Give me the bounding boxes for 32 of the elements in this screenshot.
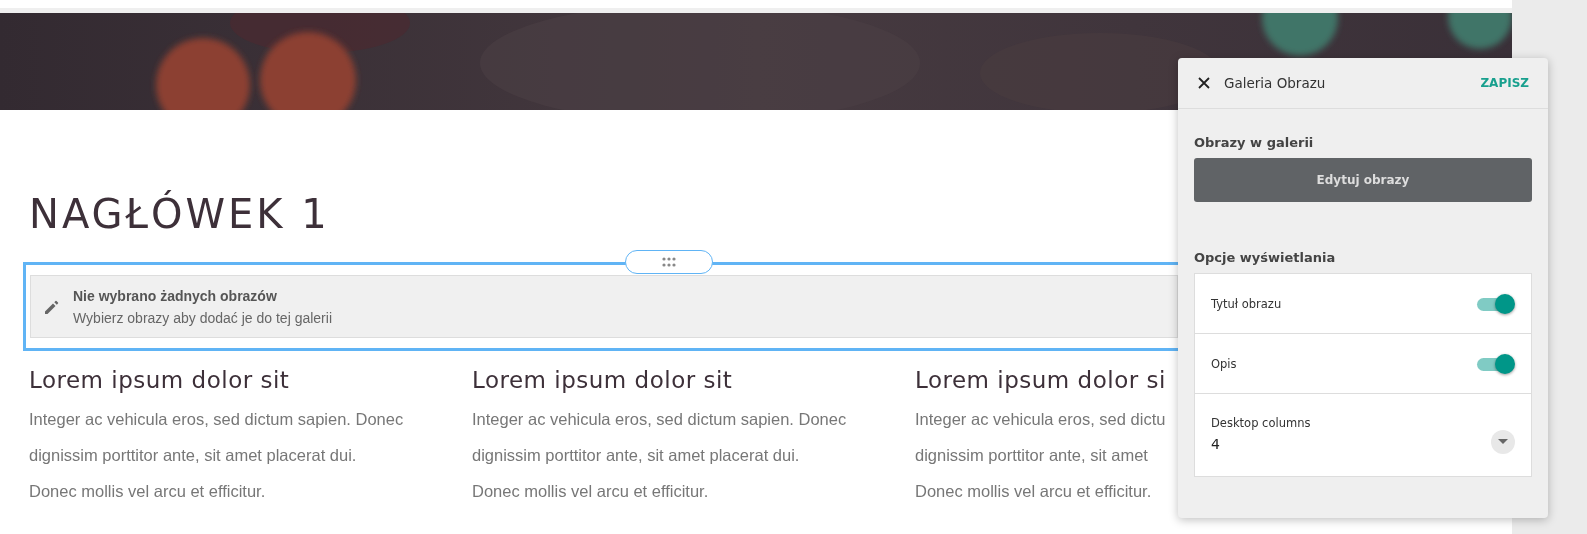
paragraph-line: Donec mollis vel arcu et efficitur. [472,481,709,502]
section-label: Opcje wyświetlania [1194,250,1337,265]
page-heading: NAGŁÓWEK 1 [29,189,331,239]
column-heading: Lorem ipsum dolor sit [472,366,734,395]
paragraph-line: dignissim porttitor ante, sit amet placerat dui. [29,445,357,466]
placeholder-title: Nie wybrano żadnych obrazów [73,287,278,304]
option-label: Desktop columns [1211,416,1311,430]
panel-title: Galeria Obrazu [1224,75,1327,91]
dropdown-button[interactable] [1491,430,1515,454]
paragraph-line: Integer ac vehicula eros, sed dictum sapien. Donec [29,409,404,430]
drag-handle[interactable] [625,250,713,274]
paragraph-line: Integer ac vehicula eros, sed dictum sapien. Donec [472,409,847,430]
option-label: Tytuł obrazu [1211,296,1282,311]
caret-icon [1498,439,1508,445]
toggle-switch[interactable] [1477,293,1515,314]
select-value[interactable]: 4 [1211,436,1311,452]
paragraph-line: dignissim porttitor ante, sit amet placerat dui. [472,445,800,466]
paragraph-line: Donec mollis vel arcu et efficitur. [915,481,1152,502]
close-button[interactable] [1196,75,1212,91]
section-label: Obrazy w galerii [1194,135,1315,150]
gallery-block[interactable]: Nie wybrano żadnych obrazów Wybierz obrazy aby dodać je do tej galerii [23,262,1178,351]
grip-icon [662,257,676,267]
placeholder-hint: Wybierz obrazy aby dodać je do tej galerii [73,309,332,326]
edit-images-button[interactable]: Edytuj obrazy [1194,158,1532,202]
paragraph-line: Integer ac vehicula eros, sed dictu [915,409,1166,430]
paragraph-line: Donec mollis vel arcu et efficitur. [29,481,266,502]
toggle-switch[interactable] [1477,353,1515,374]
close-icon [1196,75,1212,91]
column-heading: Lorem ipsum dolor si [915,366,1167,395]
column-heading: Lorem ipsum dolor sit [29,366,291,395]
option-label: Opis [1211,356,1237,371]
paragraph-line: dignissim porttitor ante, sit amet [915,445,1148,466]
